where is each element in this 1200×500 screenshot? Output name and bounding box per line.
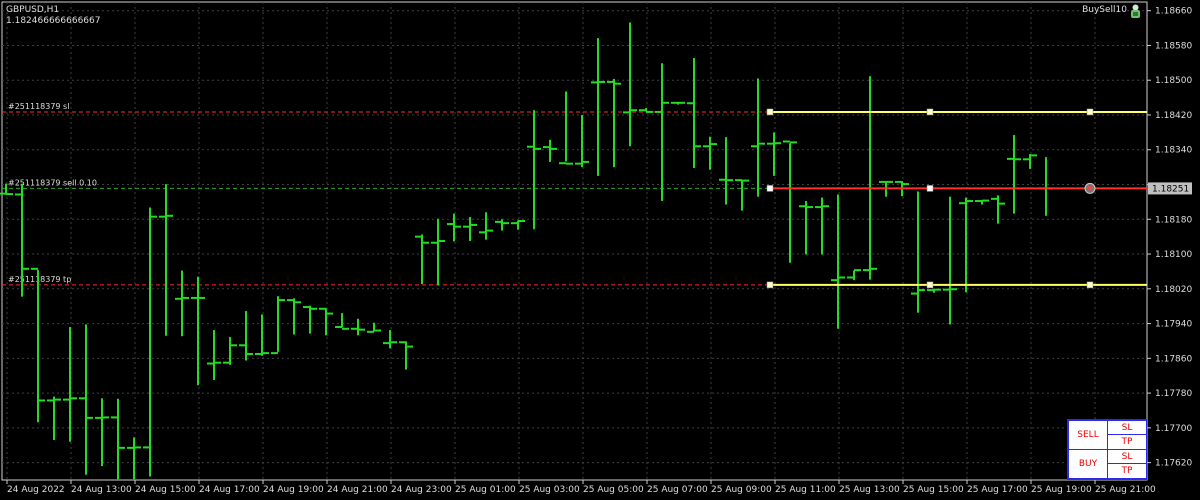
sell-sl-button[interactable]: SL xyxy=(1107,420,1147,435)
buy-tp-button[interactable]: TP xyxy=(1107,463,1147,479)
price-tick-label: 1.17620 xyxy=(1155,459,1192,469)
level-handle[interactable] xyxy=(926,185,934,192)
level-handle[interactable] xyxy=(1086,281,1094,289)
level-handle[interactable] xyxy=(926,108,934,116)
level-handle[interactable] xyxy=(766,108,774,116)
time-tick-label: 24 Aug 15:00 xyxy=(135,485,196,495)
time-tick-label: 24 Aug 17:00 xyxy=(199,485,260,495)
price-chart[interactable]: 1.18660 1.18580 1.18500 1.18420 1.18340 1.181… xyxy=(0,0,1200,500)
order-line-label: #251118379 tp xyxy=(8,275,71,284)
price-tick-label: 1.18660 xyxy=(1155,7,1192,17)
time-tick-label: 25 Aug 13:00 xyxy=(839,485,900,495)
expert-advisor-icon[interactable] xyxy=(1129,4,1142,19)
trade-panel: SELL SL TP BUY SL TP xyxy=(1067,419,1147,480)
price-tick-label: 1.18180 xyxy=(1155,215,1192,225)
time-tick-label: 25 Aug 17:00 xyxy=(967,485,1028,495)
buy-button[interactable]: BUY xyxy=(1068,449,1108,479)
level-handle[interactable] xyxy=(766,185,774,192)
time-tick-label: 24 Aug 13:00 xyxy=(71,485,132,495)
plot-frame xyxy=(1,1,1148,481)
price-tick-label: 1.17860 xyxy=(1155,354,1192,364)
symbol-title: GBPUSD,H1 xyxy=(6,5,60,15)
chart-area[interactable]: 1.18660 1.18580 1.18500 1.18420 1.18340 1.181… xyxy=(0,0,1200,500)
price-tick-label: 1.18580 xyxy=(1155,41,1192,51)
current-price-label: 1.18251 xyxy=(1152,184,1189,194)
price-tick-label: 1.18100 xyxy=(1155,250,1192,260)
time-tick-label: 24 Aug 19:00 xyxy=(263,485,324,495)
sell-tp-button[interactable]: TP xyxy=(1107,434,1147,450)
level-handle[interactable] xyxy=(766,281,774,289)
time-tick-label: 24 Aug 2022 xyxy=(7,485,65,495)
time-tick-label: 25 Aug 21:00 xyxy=(1095,485,1156,495)
time-tick-label: 25 Aug 15:00 xyxy=(903,485,964,495)
price-tick-label: 1.18020 xyxy=(1155,285,1192,295)
level-handle[interactable] xyxy=(1086,108,1094,116)
price-tick-label: 1.17780 xyxy=(1155,389,1192,399)
order-line-label: #251118379 sl xyxy=(8,102,69,111)
time-tick-label: 25 Aug 01:00 xyxy=(455,485,516,495)
sell-button[interactable]: SELL xyxy=(1068,420,1108,450)
level-handle[interactable] xyxy=(926,281,934,289)
price-tick-label: 1.18420 xyxy=(1155,111,1192,121)
value-readout: 1.182466666666667 xyxy=(6,16,101,26)
time-tick-label: 25 Aug 07:00 xyxy=(647,485,708,495)
time-tick-label: 25 Aug 09:00 xyxy=(711,485,772,495)
price-tick-label: 1.17940 xyxy=(1155,320,1192,330)
time-tick-label: 25 Aug 05:00 xyxy=(583,485,644,495)
time-tick-label: 24 Aug 23:00 xyxy=(391,485,452,495)
time-tick-label: 25 Aug 03:00 xyxy=(519,485,580,495)
time-tick-label: 25 Aug 19:00 xyxy=(1031,485,1092,495)
buy-sl-button[interactable]: SL xyxy=(1107,449,1147,464)
time-tick-label: 24 Aug 21:00 xyxy=(327,485,388,495)
expert-advisor-name: BuySell10 xyxy=(1082,5,1127,15)
price-tick-label: 1.17700 xyxy=(1155,424,1192,434)
price-tick-label: 1.18500 xyxy=(1155,76,1192,86)
time-tick-label: 25 Aug 11:00 xyxy=(775,485,836,495)
price-tick-label: 1.18340 xyxy=(1155,146,1192,156)
